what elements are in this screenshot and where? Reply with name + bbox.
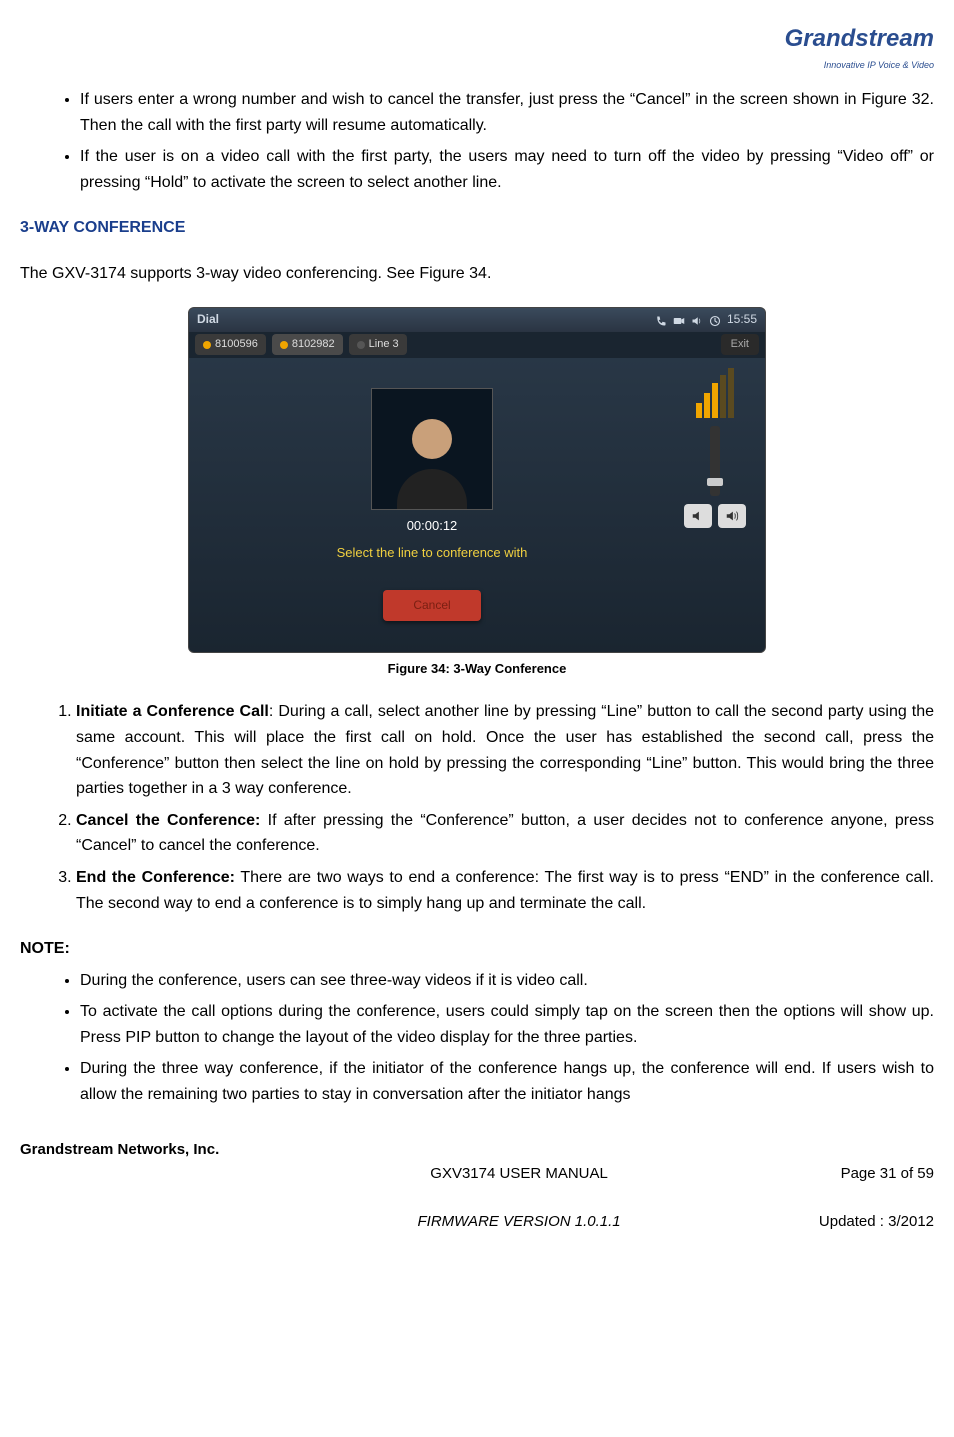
screenshot-titlebar: Dial 15:55 bbox=[189, 308, 765, 332]
top-bullet-list: If users enter a wrong number and wish t… bbox=[20, 87, 934, 195]
prompt-text: Select the line to conference with bbox=[337, 543, 528, 564]
footer-center: GXV3174 USER MANUAL FIRMWARE VERSION 1.0… bbox=[418, 1138, 621, 1258]
item-lead: Cancel the Conference: bbox=[76, 812, 260, 829]
footer-company: Grandstream Networks, Inc. bbox=[20, 1138, 219, 1162]
footer-page-number: Page 31 of 59 bbox=[841, 1165, 934, 1182]
line-tab-3: Line 3 bbox=[349, 334, 407, 356]
bullet-item: During the three way conference, if the … bbox=[80, 1056, 934, 1107]
line-tab-1: 8100596 bbox=[195, 334, 266, 356]
screenshot-side-controls bbox=[675, 358, 765, 652]
cancel-button: Cancel bbox=[383, 590, 480, 621]
volume-meter bbox=[696, 368, 734, 418]
status-dot-icon bbox=[203, 341, 211, 349]
meter-bar bbox=[728, 368, 734, 418]
speaker-buttons bbox=[684, 504, 746, 528]
figure-block: Dial 15:55 bbox=[20, 307, 934, 680]
list-item: End the Conference: There are two ways t… bbox=[76, 865, 934, 916]
meter-bar bbox=[712, 383, 718, 418]
exit-button: Exit bbox=[721, 334, 759, 356]
avatar-head bbox=[412, 419, 452, 459]
volume-slider bbox=[710, 426, 720, 496]
screenshot-tabs: 8100596 8102982 Line 3 bbox=[195, 334, 407, 356]
item-lead: Initiate a Conference Call bbox=[76, 703, 269, 720]
status-dot-icon bbox=[280, 341, 288, 349]
note-heading: NOTE: bbox=[20, 936, 934, 962]
bullet-item: During the conference, users can see thr… bbox=[80, 968, 934, 994]
brand-name: Grandstream bbox=[785, 25, 934, 52]
tab-label: 8102982 bbox=[292, 336, 335, 354]
numbered-list: Initiate a Conference Call: During a cal… bbox=[20, 699, 934, 916]
footer-firmware: FIRMWARE VERSION 1.0.1.1 bbox=[418, 1210, 621, 1234]
screenshot-status: 15:55 bbox=[655, 310, 757, 329]
brand-tagline: Innovative IP Voice & Video bbox=[785, 58, 934, 72]
item-sep bbox=[260, 812, 267, 829]
list-item: Cancel the Conference: If after pressing… bbox=[76, 808, 934, 859]
intro-paragraph: The GXV-3174 supports 3-way video confer… bbox=[20, 261, 934, 287]
screenshot-main: 00:00:12 Select the line to conference w… bbox=[189, 358, 675, 652]
bullet-item: To activate the call options during the … bbox=[80, 999, 934, 1050]
tab-label: 8100596 bbox=[215, 336, 258, 354]
page-footer: Grandstream Networks, Inc. GXV3174 USER … bbox=[0, 1128, 954, 1278]
item-sep: : bbox=[269, 703, 278, 720]
meter-bar bbox=[696, 403, 702, 418]
mute-speaker-icon bbox=[684, 504, 712, 528]
footer-manual-title: GXV3174 USER MANUAL bbox=[418, 1162, 621, 1186]
footer-right: Page 31 of 59 Updated : 3/2012 bbox=[819, 1138, 934, 1234]
item-lead: End the Conference: bbox=[76, 869, 235, 886]
screenshot-tabs-row: 8100596 8102982 Line 3 Exit bbox=[189, 332, 765, 358]
brand-logo: Grandstream Innovative IP Voice & Video bbox=[785, 20, 934, 73]
speaker-icon bbox=[691, 314, 703, 326]
list-item: Initiate a Conference Call: During a cal… bbox=[76, 699, 934, 801]
note-bullet-list: During the conference, users can see thr… bbox=[20, 968, 934, 1108]
screenshot-body: 00:00:12 Select the line to conference w… bbox=[189, 358, 765, 652]
logo-area: Grandstream Innovative IP Voice & Video bbox=[20, 20, 934, 77]
screenshot-clock: 15:55 bbox=[727, 310, 757, 329]
status-dot-icon bbox=[357, 341, 365, 349]
phone-icon bbox=[655, 314, 667, 326]
line-tab-2: 8102982 bbox=[272, 334, 343, 356]
screenshot-title: Dial bbox=[197, 310, 219, 329]
meter-bar bbox=[704, 393, 710, 418]
device-screenshot: Dial 15:55 bbox=[188, 307, 766, 653]
clock-icon bbox=[709, 314, 721, 326]
avatar-body bbox=[397, 469, 467, 509]
bullet-item: If users enter a wrong number and wish t… bbox=[80, 87, 934, 138]
bullet-item: If the user is on a video call with the … bbox=[80, 144, 934, 195]
meter-bar bbox=[720, 375, 726, 418]
video-preview bbox=[371, 388, 493, 510]
camera-icon bbox=[673, 314, 685, 326]
loud-speaker-icon bbox=[718, 504, 746, 528]
tab-label: Line 3 bbox=[369, 336, 399, 354]
call-timer: 00:00:12 bbox=[407, 516, 458, 537]
figure-caption: Figure 34: 3-Way Conference bbox=[20, 659, 934, 680]
document-page: Grandstream Innovative IP Voice & Video … bbox=[0, 0, 954, 1108]
section-heading: 3-WAY CONFERENCE bbox=[20, 215, 934, 241]
footer-updated: Updated : 3/2012 bbox=[819, 1213, 934, 1230]
